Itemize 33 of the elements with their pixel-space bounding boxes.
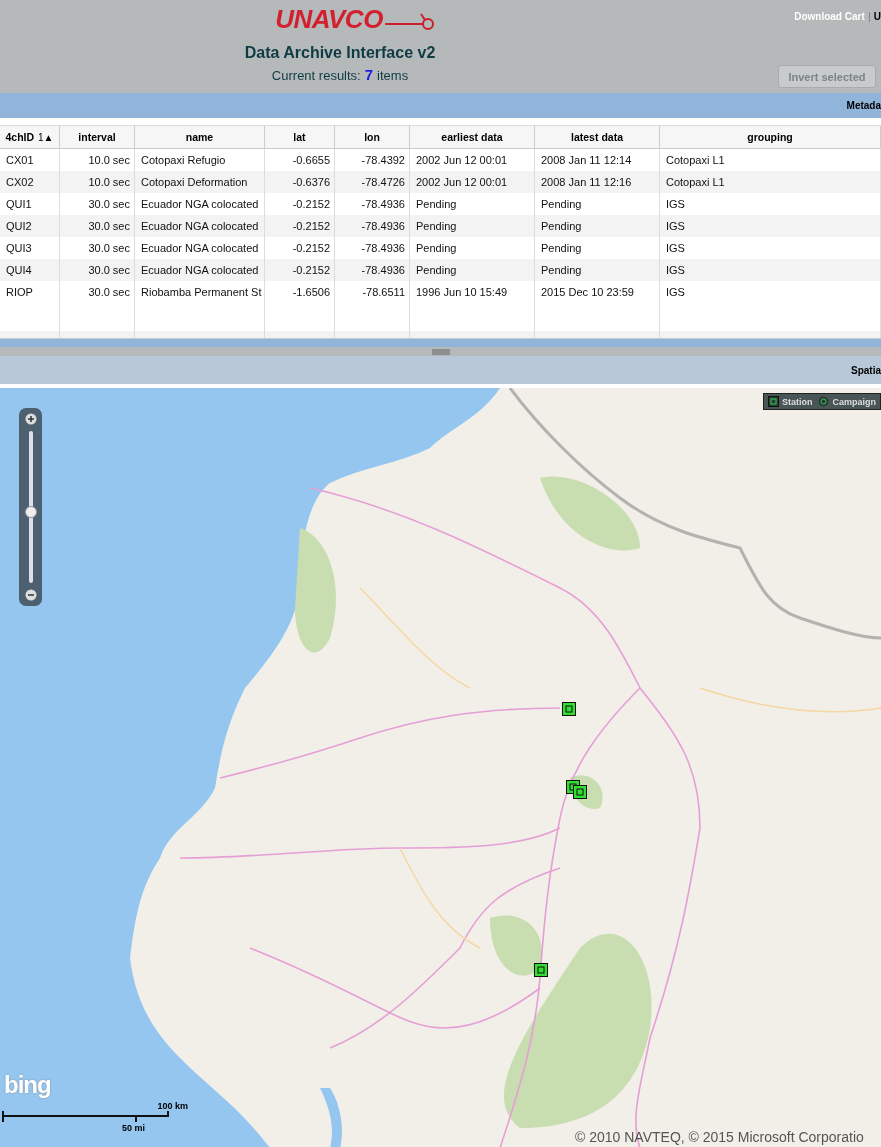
app-title: Data Archive Interface v2	[244, 44, 436, 62]
column-header[interactable]: earliest data	[410, 126, 535, 148]
column-header[interactable]: latest data	[535, 126, 660, 148]
map-copyright: © 2010 NAVTEQ, © 2015 Microsoft Corporatio	[575, 1129, 864, 1145]
column-header[interactable]: interval	[60, 126, 135, 148]
results-label: Current results:	[271, 68, 361, 83]
panel-title: Spatia	[851, 364, 881, 376]
results-unit: items	[377, 68, 409, 83]
station-marker-icon	[768, 396, 779, 407]
grip-icon	[431, 348, 450, 355]
map-logo: bing	[4, 1071, 51, 1099]
zoom-slider-thumb[interactable]	[24, 505, 37, 518]
column-header[interactable]: 4chID 1▲	[0, 126, 60, 148]
logo-text: UNAVCO	[275, 4, 383, 34]
scale-label: 50 mi	[122, 1123, 146, 1133]
legend-label: Campaign	[832, 396, 876, 407]
header-link[interactable]: U	[873, 11, 881, 22]
station-marker-icon[interactable]	[573, 785, 587, 799]
results-count: 7	[364, 66, 374, 83]
splitter-handle[interactable]	[0, 347, 881, 356]
column-header[interactable]: name	[135, 126, 265, 148]
scale-label: 100 km	[157, 1101, 188, 1111]
map[interactable]: Station Campaign bing 100 km 50 mi © 2010 NAVTEQ, © 2015 Microsoft Corporatio	[0, 388, 881, 1147]
zoom-in-icon[interactable]	[24, 413, 37, 425]
panel-title: Metada	[846, 100, 881, 111]
column-header[interactable]: lon	[335, 126, 410, 148]
legend-label: Station	[782, 396, 813, 407]
campaign-marker-icon	[818, 396, 830, 407]
column-header[interactable]: lat	[265, 126, 335, 148]
station-marker-icon[interactable]	[534, 963, 548, 977]
zoom-out-icon[interactable]	[24, 589, 37, 601]
station-marker-icon[interactable]	[562, 702, 576, 716]
column-header[interactable]: grouping	[660, 126, 881, 148]
